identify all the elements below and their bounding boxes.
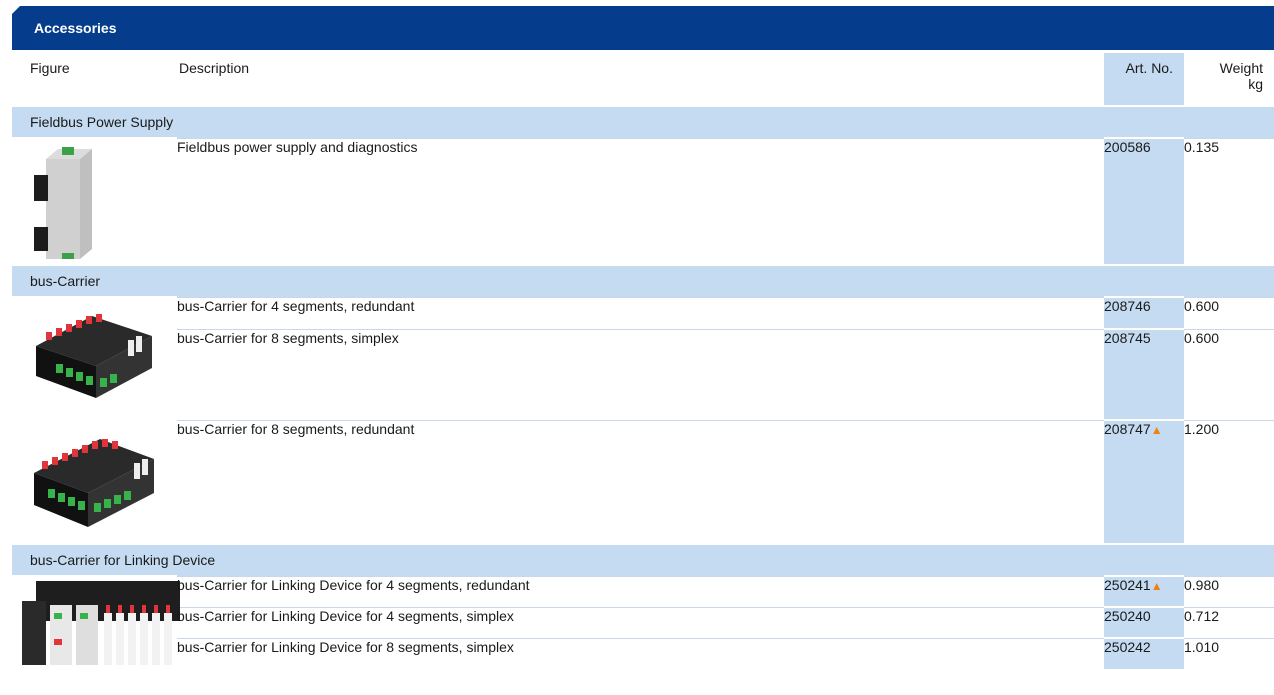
group-title: bus-Carrier — [12, 264, 1274, 297]
art-no-cell: 250241▲ — [1104, 575, 1184, 607]
group-row: Fieldbus Power Supply — [12, 105, 1274, 138]
art-no-cell: 208745 — [1104, 328, 1184, 420]
bus-carrier-image — [34, 439, 154, 527]
group-title: Fieldbus Power Supply — [12, 105, 1274, 138]
description-cell: bus-Carrier for Linking Device for 8 seg… — [177, 637, 1104, 669]
description-cell: Fieldbus power supply and diagnostics — [177, 137, 1104, 265]
art-no-cell: 250242 — [1104, 637, 1184, 669]
art-no-cell: 208747▲ — [1104, 419, 1184, 544]
column-header-figure: Figure — [30, 60, 70, 76]
weight-cell: 0.600 — [1184, 328, 1274, 420]
weight-cell: 0.980 — [1184, 575, 1274, 607]
table-row: bus-Carrier for Linking Device for 8 seg… — [12, 637, 1274, 669]
column-header-art-no: Art. No. — [1104, 53, 1184, 106]
linking-device-carrier-image — [22, 581, 180, 665]
table-header-row: Figure Description Art. No. Weight kg — [12, 53, 1274, 106]
description-cell: bus-Carrier for Linking Device for 4 seg… — [177, 606, 1104, 638]
weight-label: Weight — [1219, 60, 1263, 76]
table-row: bus-Carrier for 8 segments, redundant 20… — [12, 419, 1274, 544]
table-row: bus-Carrier for Linking Device for 4 seg… — [12, 606, 1274, 638]
table-row: bus-Carrier for 8 segments, simplex 2087… — [12, 328, 1274, 420]
column-header-description: Description — [179, 60, 250, 76]
accessories-table: Figure Description Art. No. Weight kg Fi… — [12, 53, 1274, 669]
figure-cell — [12, 296, 177, 420]
group-row: bus-Carrier — [12, 264, 1274, 297]
weight-cell: 1.010 — [1184, 637, 1274, 669]
triangle-marker-icon: ▲ — [1150, 423, 1163, 437]
table-row: Fieldbus power supply and diagnostics 20… — [12, 137, 1274, 265]
column-header-weight: Weight kg — [1184, 53, 1274, 106]
figure-cell — [12, 419, 177, 544]
weight-cell: 1.200 — [1184, 419, 1274, 544]
group-row: bus-Carrier for Linking Device — [12, 543, 1274, 576]
power-supply-module-image — [34, 147, 92, 259]
weight-cell: 0.135 — [1184, 137, 1274, 265]
weight-cell: 0.712 — [1184, 606, 1274, 638]
description-cell: bus-Carrier for 8 segments, simplex — [177, 328, 1104, 420]
figure-cell — [12, 137, 177, 265]
weight-unit: kg — [1248, 76, 1263, 92]
table-row: bus-Carrier for Linking Device for 4 seg… — [12, 575, 1274, 669]
art-no-cell: 250240 — [1104, 606, 1184, 638]
weight-cell: 0.600 — [1184, 296, 1274, 329]
triangle-marker-icon: ▲ — [1150, 579, 1163, 593]
art-no-value: 208747 — [1104, 421, 1151, 437]
description-cell: bus-Carrier for Linking Device for 4 seg… — [177, 575, 1104, 607]
section-title: Accessories — [12, 6, 1274, 50]
description-cell: bus-Carrier for 8 segments, redundant — [177, 419, 1104, 544]
bus-carrier-image — [36, 314, 152, 398]
group-title: bus-Carrier for Linking Device — [12, 543, 1274, 576]
table-row: bus-Carrier for 4 segments, redundant 20… — [12, 296, 1274, 420]
figure-cell — [12, 575, 180, 669]
art-no-cell: 208746 — [1104, 296, 1184, 329]
description-cell: bus-Carrier for 4 segments, redundant — [177, 296, 1104, 329]
art-no-value: 250241 — [1104, 577, 1151, 593]
art-no-cell: 200586 — [1104, 137, 1184, 265]
